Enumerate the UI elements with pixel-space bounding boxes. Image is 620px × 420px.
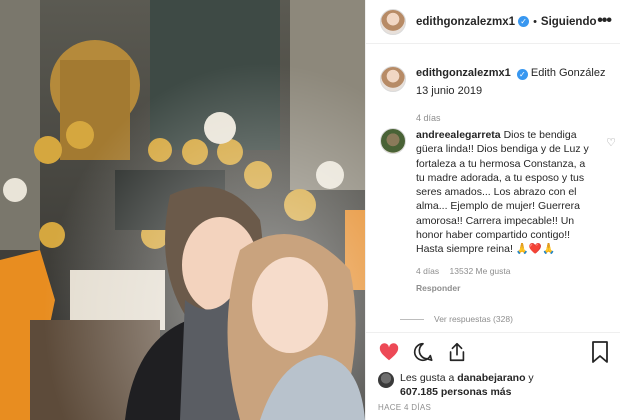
reply-button[interactable]: Responder	[416, 281, 596, 295]
comment-like-heart-icon[interactable]: ♡	[606, 136, 616, 149]
photo-illustration	[0, 0, 365, 420]
comment-likes[interactable]: 13532 Me gusta	[450, 266, 511, 276]
author-username[interactable]: edithgonzalezmx1	[416, 16, 515, 28]
post-photo[interactable]	[0, 0, 365, 420]
likes-count[interactable]: 607.185 personas más	[400, 386, 512, 398]
post-caption: edithgonzalezmx1 ✓ Edith González 13 jun…	[380, 66, 610, 126]
replies-divider	[400, 318, 424, 320]
action-bar: Les gusta a danabejarano y 607.185 perso…	[366, 332, 620, 420]
comment-username[interactable]: andreealegarreta	[416, 129, 501, 141]
caption-date: 13 junio 2019	[416, 85, 483, 97]
separator-dot: •	[533, 15, 537, 28]
bookmark-icon[interactable]	[591, 341, 609, 363]
caption-username[interactable]: edithgonzalezmx1	[416, 67, 511, 79]
comment-text: Dios te bendiga güera linda!! Dios bendi…	[416, 129, 589, 256]
liker-username[interactable]: danabejarano	[457, 372, 525, 384]
author-avatar[interactable]	[380, 8, 406, 35]
comment-meta: 4 días 13532 Me gusta	[416, 264, 596, 278]
post-header: edithgonzalezmx1 ✓ • Siguiendo •••	[366, 0, 620, 44]
caption-time-ago: 4 días	[416, 113, 441, 123]
commenter-avatar[interactable]	[380, 128, 406, 154]
comment-time-ago: 4 días	[416, 265, 440, 276]
instagram-post: edithgonzalezmx1 ✓ • Siguiendo ••• edith…	[0, 0, 620, 420]
likes-summary: Les gusta a danabejarano y 607.185 perso…	[378, 371, 534, 399]
view-replies-link[interactable]: Ver respuestas (328)	[400, 314, 513, 324]
verified-badge-icon: ✓	[516, 69, 528, 80]
likes-middle: y	[525, 372, 534, 384]
view-replies-label[interactable]: Ver respuestas (328)	[434, 314, 513, 324]
caption-avatar[interactable]	[380, 66, 406, 92]
share-icon[interactable]	[446, 341, 468, 363]
likes-prefix: Les gusta a	[400, 372, 458, 384]
comment-item: andreealegarreta Dios te bendiga güera l…	[380, 128, 616, 295]
following-button[interactable]: Siguiendo	[541, 16, 597, 28]
comment-icon[interactable]	[412, 341, 434, 363]
post-timestamp: HACE 4 DÍAS	[378, 403, 432, 412]
post-side-panel: edithgonzalezmx1 ✓ • Siguiendo ••• edith…	[365, 0, 620, 420]
liker-avatar[interactable]	[378, 372, 394, 388]
caption-text: Edith González	[530, 67, 606, 79]
heart-icon[interactable]	[378, 341, 400, 363]
verified-badge-icon: ✓	[518, 16, 530, 27]
more-options-icon[interactable]: •••	[597, 12, 612, 30]
